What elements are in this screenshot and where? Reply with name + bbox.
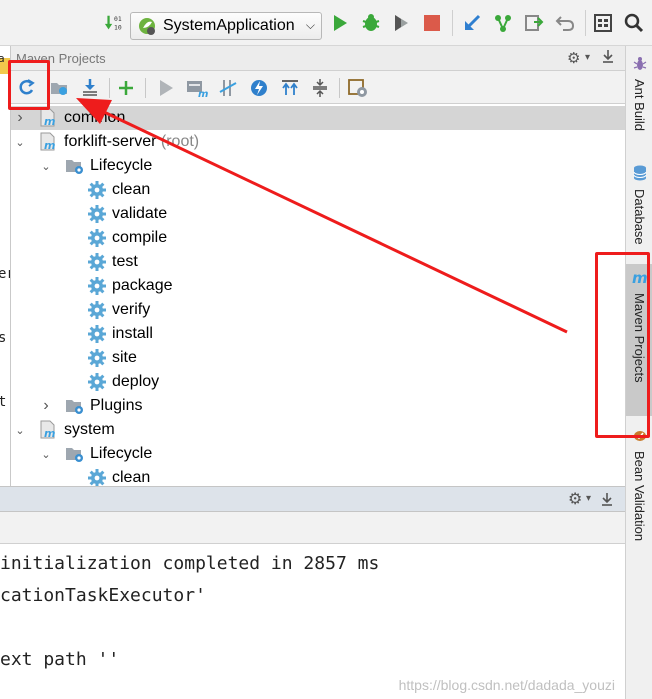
annotation-arrow: [76, 98, 568, 334]
ide-window: 01 10 SystemApplication ⌵ Maven Projects…: [0, 0, 652, 699]
